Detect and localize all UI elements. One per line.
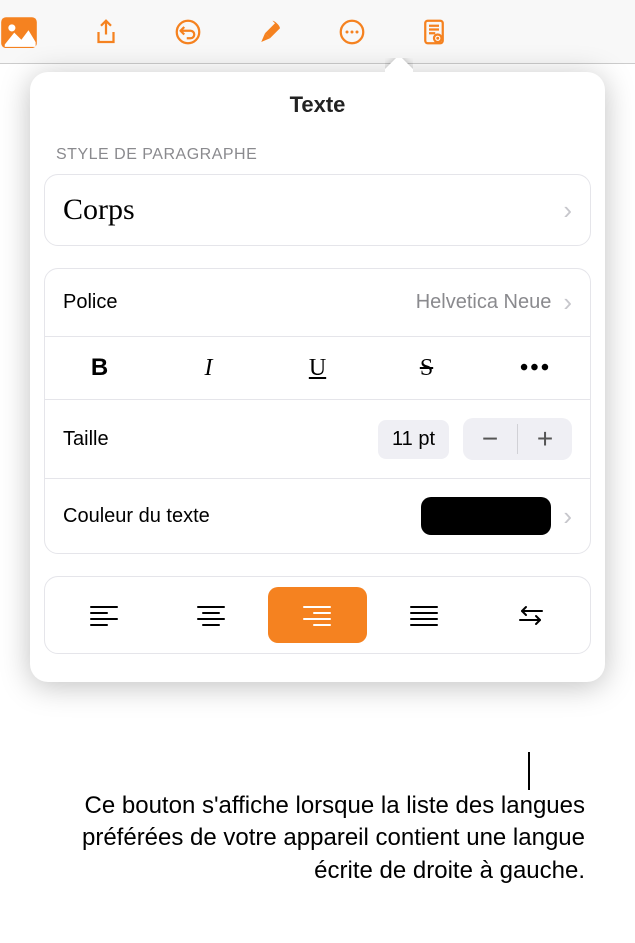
alignment-card [44, 576, 591, 654]
format-panel: Texte STYLE DE PARAGRAPHE Corps › Police… [30, 72, 605, 682]
format-brush-icon[interactable] [252, 14, 288, 50]
panel-title: Texte [30, 92, 605, 118]
toolbar [0, 0, 635, 64]
align-center-button[interactable] [162, 587, 261, 643]
text-style-row: B I U S ••• [45, 337, 590, 400]
chevron-right-icon: › [563, 195, 572, 226]
font-label: Police [63, 291, 117, 314]
section-header-paragraph-style: STYLE DE PARAGRAPHE [30, 146, 605, 174]
color-swatch[interactable] [421, 497, 551, 535]
size-row: Taille 11 pt − + [45, 400, 590, 479]
chevron-right-icon: › [563, 501, 572, 532]
more-icon[interactable] [334, 14, 370, 50]
photos-icon-partial[interactable] [0, 16, 38, 48]
size-stepper: − + [463, 418, 572, 460]
share-icon[interactable] [88, 14, 124, 50]
text-format-card: Police Helvetica Neue › B I U S ••• Tail… [44, 268, 591, 554]
paragraph-style-name: Corps [63, 193, 135, 227]
paragraph-style-card[interactable]: Corps › [44, 174, 591, 246]
chevron-right-icon: › [563, 287, 572, 318]
caption-text: Ce bouton s'affiche lorsque la liste des… [55, 790, 585, 887]
text-color-row[interactable]: Couleur du texte › [45, 479, 590, 553]
callout-line [528, 752, 530, 790]
italic-button[interactable]: I [154, 337, 263, 399]
size-decrease-button[interactable]: − [463, 418, 517, 460]
text-color-label: Couleur du texte [63, 505, 210, 528]
align-justify-button[interactable] [375, 587, 474, 643]
size-increase-button[interactable]: + [518, 418, 572, 460]
text-direction-button[interactable] [481, 587, 580, 643]
document-view-icon[interactable] [416, 14, 452, 50]
font-value: Helvetica Neue [416, 291, 552, 314]
align-right-button[interactable] [268, 587, 367, 643]
underline-button[interactable]: U [263, 337, 372, 399]
font-row[interactable]: Police Helvetica Neue › [45, 269, 590, 337]
size-value[interactable]: 11 pt [378, 420, 449, 459]
align-left-button[interactable] [55, 587, 154, 643]
undo-icon[interactable] [170, 14, 206, 50]
more-styles-button[interactable]: ••• [481, 337, 590, 399]
strikethrough-button[interactable]: S [372, 337, 481, 399]
size-label: Taille [63, 428, 109, 451]
bold-button[interactable]: B [45, 337, 154, 399]
